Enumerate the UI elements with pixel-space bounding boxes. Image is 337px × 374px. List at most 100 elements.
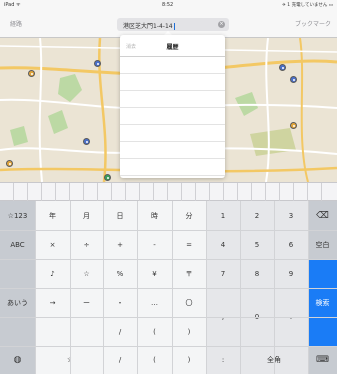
candidate-cell[interactable] [252, 183, 266, 201]
popover-title: 履歴 [166, 44, 179, 51]
symbol-key[interactable]: - [137, 230, 172, 259]
ipad-screen: iPad ᯤ 8:52 ✈ 1 充電していません ▭ 経路 港区芝大門1-4-1… [0, 0, 337, 374]
close-paren-key[interactable]: ) [172, 346, 206, 374]
bookmarks-button[interactable]: ブックマーク [295, 19, 331, 28]
symbol-key[interactable] [70, 317, 103, 346]
candidate-cell[interactable] [28, 183, 42, 201]
map-pin-icon[interactable] [6, 160, 13, 167]
hide-keyboard-icon[interactable]: ⌨ [308, 346, 337, 374]
num-key[interactable]: 6 [274, 230, 308, 259]
numbers-mode-key[interactable]: ☆123 [0, 201, 35, 230]
candidate-cell[interactable] [224, 183, 238, 201]
candidate-cell[interactable] [322, 183, 337, 201]
slash-key[interactable]: / [103, 346, 137, 374]
kana-mode-key[interactable]: あいう [0, 259, 35, 346]
status-time: 8:52 [162, 2, 174, 8]
globe-icon[interactable]: ◍ [0, 346, 35, 374]
symbol-key[interactable]: 分 [172, 201, 206, 230]
num-key[interactable]: 4 [206, 230, 240, 259]
candidate-cell[interactable] [112, 183, 126, 201]
symbol-key[interactable]: 年 [35, 201, 70, 230]
map-pin-icon[interactable] [104, 174, 111, 181]
open-paren-key[interactable]: ( [137, 346, 172, 374]
symbol-key[interactable]: ー [70, 288, 103, 317]
search-key[interactable]: 検索 [308, 259, 337, 346]
num-key[interactable]: 3 [274, 201, 308, 230]
history-row[interactable] [120, 142, 225, 159]
symbol-key[interactable]: ) [172, 317, 206, 346]
num-key[interactable]: 8 [240, 259, 274, 288]
key-divider [0, 230, 337, 231]
candidate-cell[interactable] [238, 183, 252, 201]
candidate-cell[interactable] [70, 183, 84, 201]
symbol-key[interactable]: ☆ [70, 259, 103, 288]
map-pin-icon[interactable] [28, 70, 35, 77]
colon-key[interactable]: : [206, 346, 240, 374]
symbol-key[interactable]: 月 [70, 201, 103, 230]
candidate-cell[interactable] [266, 183, 280, 201]
map-pin-icon[interactable] [279, 64, 286, 71]
symbol-key[interactable]: ÷ [70, 230, 103, 259]
symbol-key[interactable]: 〇 [172, 288, 206, 317]
history-row[interactable] [120, 159, 225, 176]
candidate-cell[interactable] [0, 183, 14, 201]
history-row[interactable] [120, 91, 225, 108]
candidate-cell[interactable] [126, 183, 140, 201]
candidate-cell[interactable] [280, 183, 294, 201]
symbol-key[interactable]: ¥ [137, 259, 172, 288]
key-divider [0, 288, 337, 289]
symbol-key[interactable]: ( [137, 317, 172, 346]
candidate-cell[interactable] [56, 183, 70, 201]
space-key-left[interactable]: ゞ [35, 346, 103, 374]
history-row[interactable] [120, 108, 225, 125]
symbol-key[interactable]: = [172, 230, 206, 259]
key-divider [0, 317, 337, 318]
map-pin-icon[interactable] [290, 122, 297, 129]
candidate-cell[interactable] [308, 183, 322, 201]
abc-mode-key[interactable]: ABC [0, 230, 35, 259]
symbol-key[interactable]: ・ [103, 288, 137, 317]
symbol-key[interactable]: × [35, 230, 70, 259]
candidate-bar [0, 182, 337, 201]
candidate-cell[interactable] [84, 183, 98, 201]
history-row[interactable] [120, 74, 225, 91]
symbol-key[interactable]: 日 [103, 201, 137, 230]
popover-header: 消去 履歴 [120, 35, 225, 57]
status-battery: ✈ 1 充電していません ▭ [282, 3, 333, 8]
symbol-key[interactable]: / [103, 317, 137, 346]
candidate-cell[interactable] [294, 183, 308, 201]
num-key[interactable]: 1 [206, 201, 240, 230]
candidate-cell[interactable] [182, 183, 196, 201]
symbol-key[interactable] [35, 317, 70, 346]
search-value: 港区芝大門1-4-14 [123, 23, 175, 30]
map-pin-icon[interactable] [83, 138, 90, 145]
candidate-cell[interactable] [98, 183, 112, 201]
candidate-cell[interactable] [140, 183, 154, 201]
map-pin-icon[interactable] [94, 60, 101, 67]
delete-key-icon[interactable]: ⌫ [308, 201, 337, 230]
candidate-cell[interactable] [14, 183, 28, 201]
num-key[interactable]: 5 [240, 230, 274, 259]
candidate-cell[interactable] [154, 183, 168, 201]
history-row[interactable] [120, 57, 225, 74]
search-input[interactable]: 港区芝大門1-4-14 × [117, 18, 229, 31]
symbol-key[interactable]: + [103, 230, 137, 259]
symbol-key[interactable]: 時 [137, 201, 172, 230]
num-key[interactable]: 2 [240, 201, 274, 230]
symbol-key[interactable]: … [137, 288, 172, 317]
history-row[interactable] [120, 125, 225, 142]
symbol-key[interactable]: 〒 [172, 259, 206, 288]
candidate-cell[interactable] [196, 183, 210, 201]
candidate-cell[interactable] [168, 183, 182, 201]
num-key[interactable]: 7 [206, 259, 240, 288]
symbol-key[interactable]: ♪ [35, 259, 70, 288]
candidate-cell[interactable] [210, 183, 224, 201]
symbol-key[interactable]: → [35, 288, 70, 317]
route-button[interactable]: 経路 [10, 19, 22, 28]
map-pin-icon[interactable] [290, 76, 297, 83]
space-key[interactable]: 空白 [308, 230, 337, 259]
symbol-key[interactable]: % [103, 259, 137, 288]
clear-search-icon[interactable]: × [218, 21, 225, 28]
candidate-cell[interactable] [42, 183, 56, 201]
num-key[interactable]: 9 [274, 259, 308, 288]
